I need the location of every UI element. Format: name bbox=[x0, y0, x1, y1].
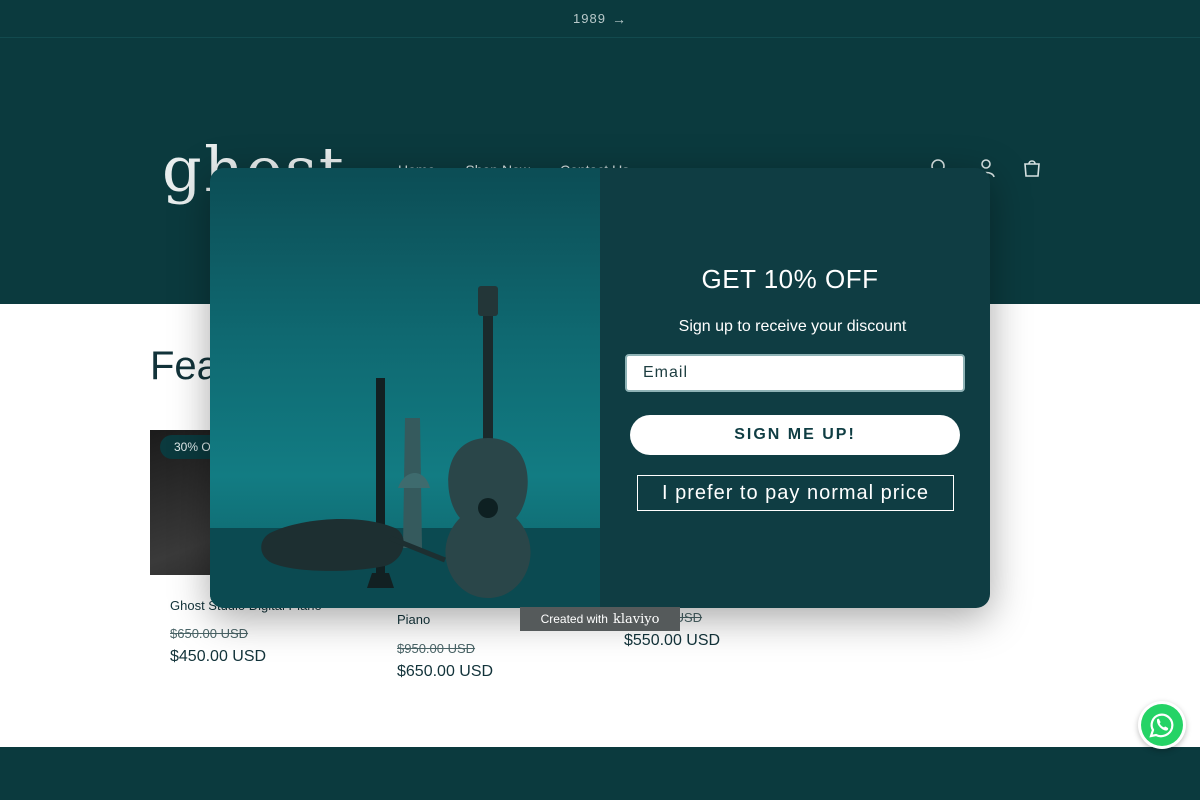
whatsapp-chat-button[interactable] bbox=[1138, 701, 1186, 749]
announcement-text: 1989 bbox=[573, 11, 606, 26]
klaviyo-branding[interactable]: Created with klaviyo bbox=[520, 607, 680, 631]
popup-subtitle: Sign up to receive your discount bbox=[678, 318, 907, 335]
regular-price: $650.00 USD bbox=[170, 626, 249, 641]
instruments-image bbox=[210, 168, 600, 608]
email-field[interactable] bbox=[625, 354, 965, 392]
created-with-label: Created with bbox=[540, 612, 608, 626]
sale-price: $450.00 USD bbox=[170, 648, 267, 665]
sale-price: $550.00 USD bbox=[624, 632, 721, 649]
product-title[interactable]: Piano bbox=[397, 612, 430, 627]
instruments-illustration bbox=[210, 286, 600, 608]
sale-price: $650.00 USD bbox=[397, 663, 494, 680]
footer-band bbox=[0, 747, 1200, 800]
klaviyo-logo: klaviyo bbox=[612, 611, 660, 627]
decline-offer-button[interactable]: I prefer to pay normal price bbox=[637, 475, 954, 511]
announcement-bar[interactable]: 1989 → bbox=[0, 0, 1200, 38]
regular-price: $950.00 USD bbox=[397, 641, 476, 656]
arrow-right-icon: → bbox=[611, 10, 627, 27]
popup-title: GET 10% OFF bbox=[701, 264, 879, 294]
sign-me-up-button[interactable]: SIGN ME UP! bbox=[630, 415, 960, 455]
whatsapp-icon bbox=[1141, 704, 1183, 746]
cart-icon[interactable] bbox=[1022, 158, 1042, 178]
